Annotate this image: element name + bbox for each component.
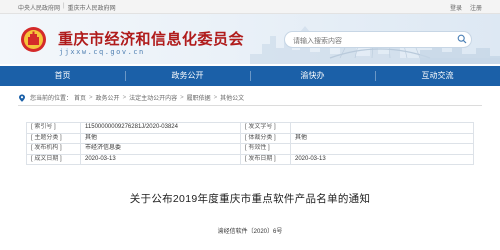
- issuer-value: 市经济信息委: [80, 143, 241, 155]
- breadcrumb-separator: >: [89, 94, 93, 101]
- nav-item-gov-affairs[interactable]: 政务公开: [125, 66, 250, 86]
- breadcrumb-separator: >: [122, 94, 127, 101]
- breadcrumb-separator: >: [180, 94, 184, 101]
- nav-item-home[interactable]: 首页: [0, 66, 125, 86]
- created-date-value: 2020-03-13: [80, 153, 241, 165]
- issuer-label: [ 发布机构 ]: [26, 143, 81, 155]
- main-nav: 首页 政务公开 渝快办 互动交流: [0, 66, 500, 86]
- doc-number-value: [290, 122, 474, 134]
- breadcrumb-separator: >: [213, 94, 218, 101]
- top-links: 中央人民政府网 | 重庆市人民政府网: [18, 3, 116, 12]
- link-central-gov[interactable]: 中央人民政府网: [18, 3, 60, 12]
- top-link-separator: |: [63, 3, 65, 9]
- breadcrumb: 您当前的位置： 首页 > 政务公开 > 法定主动公开内容 > 履职依据 > 其他…: [18, 93, 244, 102]
- top-utility-bar: 中央人民政府网 | 重庆市人民政府网 登录 注册: [0, 0, 500, 14]
- breadcrumb-gov-affairs[interactable]: 政务公开: [96, 93, 120, 102]
- index-number-value: 11500000009276281J/2020-03824: [80, 122, 241, 134]
- emblem-logo: [21, 27, 46, 52]
- breadcrumb-divider: [18, 105, 482, 106]
- validity-label: [ 有效性 ]: [240, 143, 291, 155]
- table-row: [ 索引号 ] 11500000009276281J/2020-03824 [ …: [26, 122, 474, 134]
- nav-item-interaction[interactable]: 互动交流: [375, 66, 500, 86]
- search-icon[interactable]: [457, 34, 467, 44]
- genre-label: [ 体裁分类 ]: [240, 132, 291, 144]
- table-row: [ 主题分类 ] 其他 [ 体裁分类 ] 其他: [26, 132, 474, 144]
- topic-label: [ 主题分类 ]: [26, 132, 81, 144]
- header-banner: 重庆市经济和信息化委员会 jjxxw.cq.gov.cn: [0, 14, 500, 64]
- published-date-value: 2020-03-13: [290, 153, 474, 165]
- table-row: [ 发布机构 ] 市经济信息委 [ 有效性 ]: [26, 143, 474, 155]
- table-row: [ 成文日期 ] 2020-03-13 [ 发布日期 ] 2020-03-13: [26, 153, 474, 165]
- location-pin-icon: [19, 94, 25, 102]
- nav-item-yukuaiban[interactable]: 渝快办: [250, 66, 375, 86]
- breadcrumb-prefix: 您当前的位置：: [30, 96, 73, 102]
- document-info-table: [ 索引号 ] 11500000009276281J/2020-03824 [ …: [26, 122, 474, 165]
- genre-value: 其他: [290, 132, 474, 144]
- breadcrumb-home[interactable]: 首页: [74, 93, 86, 102]
- account-links: 登录 注册: [450, 3, 482, 12]
- link-chongqing-gov[interactable]: 重庆市人民政府网: [68, 3, 116, 12]
- document-title: 关于公布2019年度重庆市重点软件产品名单的通知: [129, 193, 371, 205]
- document-number: 渝经信软件〔2020〕6号: [217, 229, 283, 235]
- search-input[interactable]: [284, 31, 472, 48]
- validity-value: [290, 143, 474, 155]
- published-date-label: [ 发布日期 ]: [240, 153, 291, 165]
- topic-value: 其他: [80, 132, 241, 144]
- breadcrumb-basis[interactable]: 履职依据: [187, 93, 211, 102]
- doc-number-label: [ 发文字号 ]: [240, 122, 291, 134]
- index-number-label: [ 索引号 ]: [26, 122, 81, 134]
- site-title[interactable]: 重庆市经济和信息化委员会: [58, 28, 244, 49]
- created-date-label: [ 成文日期 ]: [26, 153, 81, 165]
- breadcrumb-other-docs[interactable]: 其他公文: [220, 93, 244, 102]
- login-link[interactable]: 登录: [450, 3, 462, 12]
- site-domain: jjxxw.cq.gov.cn: [59, 48, 145, 56]
- register-link[interactable]: 注册: [470, 3, 482, 12]
- breadcrumb-statutory[interactable]: 法定主动公开内容: [129, 93, 177, 102]
